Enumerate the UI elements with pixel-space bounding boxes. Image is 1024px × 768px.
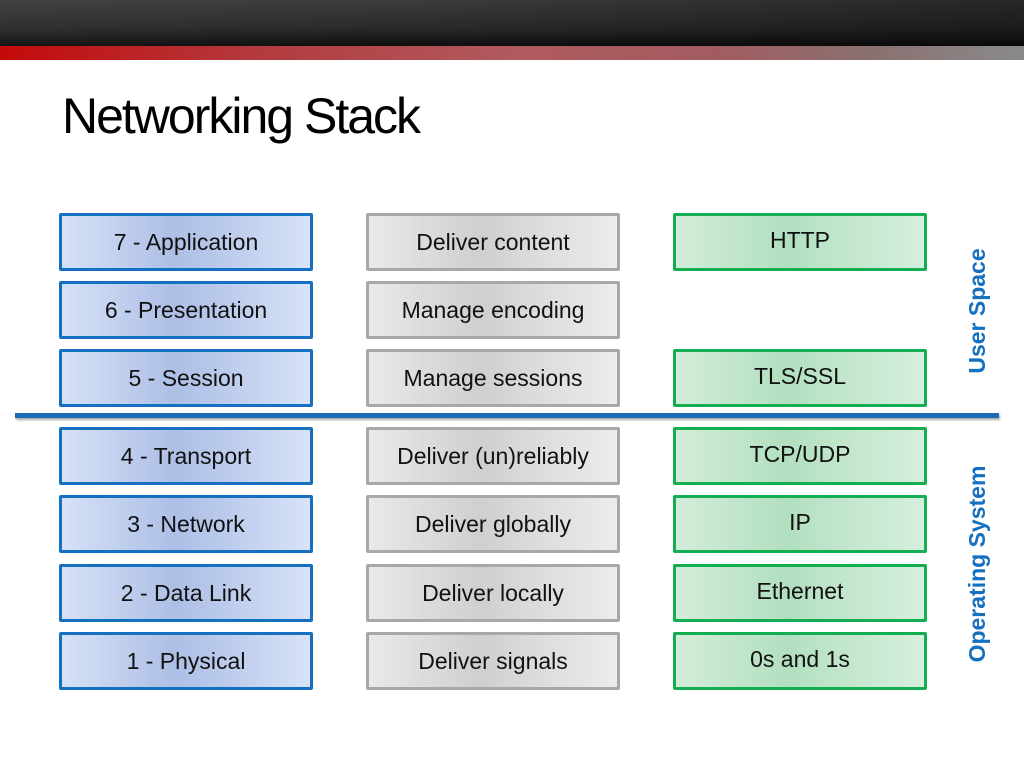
- role-box-physical: Deliver signals: [366, 632, 620, 690]
- protocol-box-network: IP: [673, 495, 927, 553]
- role-label: Deliver signals: [418, 647, 568, 674]
- layer-box-presentation: 6 - Presentation: [59, 281, 313, 339]
- layer-label: 6 - Presentation: [104, 296, 268, 323]
- user-space-label: User Space: [964, 248, 990, 374]
- protocol-label: Ethernet: [756, 577, 844, 604]
- layer-label: 4 - Transport: [120, 442, 252, 469]
- layer-label: 3 - Network: [127, 510, 245, 537]
- layer-label: 5 - Session: [128, 364, 244, 391]
- protocol-box-data-link: Ethernet: [673, 564, 927, 622]
- layer-box-application: 7 - Application: [59, 213, 313, 271]
- layer-label: 7 - Application: [113, 228, 259, 255]
- protocol-box-session: TLS/SSL: [673, 349, 927, 407]
- protocol-label: 0s and 1s: [750, 645, 850, 672]
- role-label: Manage encoding: [401, 296, 585, 323]
- layer-box-transport: 4 - Transport: [59, 427, 313, 485]
- role-box-presentation: Manage encoding: [366, 281, 620, 339]
- role-box-data-link: Deliver locally: [366, 564, 620, 622]
- header-bar: [0, 0, 1024, 46]
- role-label: Manage sessions: [403, 364, 583, 391]
- role-label: Deliver globally: [415, 510, 571, 537]
- role-box-network: Deliver globally: [366, 495, 620, 553]
- layer-box-data-link: 2 - Data Link: [59, 564, 313, 622]
- role-box-session: Manage sessions: [366, 349, 620, 407]
- protocol-box-physical: 0s and 1s: [673, 632, 927, 690]
- layer-box-physical: 1 - Physical: [59, 632, 313, 690]
- protocol-label: IP: [789, 508, 811, 535]
- role-label: Deliver (un)reliably: [397, 442, 589, 469]
- layer-label: 2 - Data Link: [120, 579, 252, 606]
- layer-label: 1 - Physical: [126, 647, 246, 674]
- user-kernel-divider: [15, 413, 999, 418]
- protocol-label: TLS/SSL: [753, 362, 847, 389]
- layer-box-network: 3 - Network: [59, 495, 313, 553]
- protocol-label: HTTP: [769, 226, 831, 253]
- protocol-box-application: HTTP: [673, 213, 927, 271]
- layer-box-session: 5 - Session: [59, 349, 313, 407]
- accent-bar: [0, 46, 1024, 60]
- role-box-transport: Deliver (un)reliably: [366, 427, 620, 485]
- role-box-application: Deliver content: [366, 213, 620, 271]
- slide-title: Networking Stack: [62, 88, 421, 144]
- operating-system-label: Operating System: [964, 465, 990, 663]
- role-label: Deliver locally: [422, 579, 564, 606]
- protocol-box-transport: TCP/UDP: [673, 427, 927, 485]
- protocol-label: TCP/UDP: [749, 440, 851, 467]
- role-label: Deliver content: [416, 228, 570, 255]
